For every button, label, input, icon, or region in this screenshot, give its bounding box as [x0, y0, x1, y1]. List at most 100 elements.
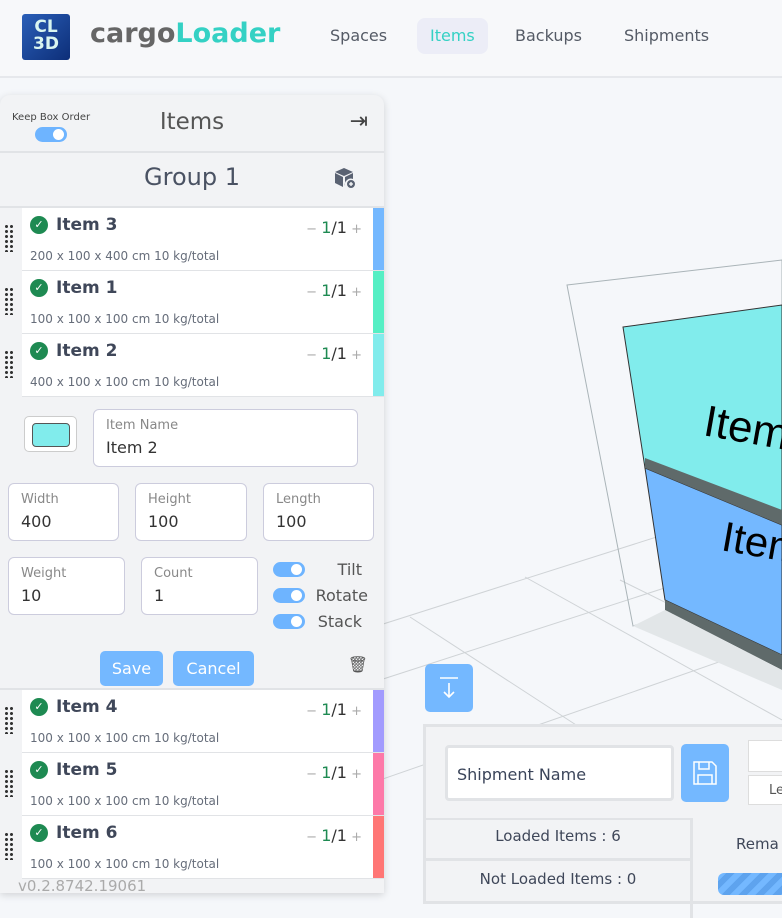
item-row[interactable]: ✓ Item 5 100 x 100 x 100 cm 10 kg/total …: [4, 753, 384, 816]
collapse-panel-icon[interactable]: ⇥: [350, 109, 368, 134]
height-field[interactable]: Height 100: [135, 483, 247, 541]
nav-backups[interactable]: Backups: [502, 18, 595, 54]
rotate-toggle[interactable]: [273, 588, 305, 603]
decrement-button[interactable]: −: [306, 348, 321, 363]
item-name: Item 5: [56, 760, 118, 780]
length-value: 100: [276, 512, 307, 531]
nav-items[interactable]: Items: [417, 18, 488, 54]
stack-toggle[interactable]: [273, 614, 305, 629]
check-circle-icon: ✓: [30, 279, 48, 297]
download-icon: [440, 677, 458, 699]
space-field[interactable]: [748, 740, 782, 772]
loaded-count: 1: [321, 826, 332, 845]
item-dimensions: 100 x 100 x 100 cm 10 kg/total: [30, 794, 220, 808]
app-logo[interactable]: CL 3D: [22, 14, 70, 60]
not-loaded-items-count: Not Loaded Items : 0: [479, 870, 637, 888]
length-field[interactable]: Length 100: [263, 483, 374, 541]
decrement-button[interactable]: −: [306, 285, 321, 300]
increment-button[interactable]: +: [347, 704, 362, 719]
add-box-icon[interactable]: [334, 167, 356, 189]
count-field[interactable]: Count 1: [141, 557, 258, 615]
check-circle-icon: ✓: [30, 216, 48, 234]
increment-button[interactable]: +: [347, 830, 362, 845]
save-button[interactable]: Save: [100, 651, 163, 686]
drag-handle-icon[interactable]: [4, 706, 14, 734]
logo-text: CL 3D: [33, 17, 59, 54]
item-name: Item 3: [56, 215, 118, 235]
loaded-count: 1: [321, 281, 332, 300]
decrement-button[interactable]: −: [306, 767, 321, 782]
item-row[interactable]: ✓ Item 6 100 x 100 x 100 cm 10 kg/total …: [4, 816, 384, 879]
total-count: 1: [336, 826, 347, 845]
item-row[interactable]: ✓ Item 3 200 x 100 x 400 cm 10 kg/total …: [4, 208, 384, 271]
shipment-name-input[interactable]: Shipment Name: [445, 745, 674, 801]
width-field[interactable]: Width 400: [8, 483, 119, 541]
item-row[interactable]: ✓ Item 1 100 x 100 x 100 cm 10 kg/total …: [4, 271, 384, 334]
item-color-bar: [373, 753, 384, 815]
item-name: Item 6: [56, 823, 118, 843]
increment-button[interactable]: +: [347, 222, 362, 237]
item-row[interactable]: ✓ Item 2 400 x 100 x 100 cm 10 kg/total …: [4, 334, 384, 397]
tilt-label: Tilt: [337, 560, 362, 579]
drag-handle-icon[interactable]: [4, 350, 14, 378]
drag-handle-icon[interactable]: [4, 287, 14, 315]
group-title[interactable]: Group 1: [0, 163, 384, 191]
height-value: 100: [148, 512, 179, 531]
item-color-bar: [373, 816, 384, 878]
remaining-label: Rema: [736, 835, 779, 853]
decrement-button[interactable]: −: [306, 222, 321, 237]
decrement-button[interactable]: −: [306, 830, 321, 845]
item-color-bar: [373, 334, 384, 396]
drag-handle-icon[interactable]: [4, 769, 14, 797]
increment-button[interactable]: +: [347, 348, 362, 363]
height-label: Height: [148, 492, 191, 507]
cancel-button[interactable]: Cancel: [173, 651, 254, 686]
capacity-progress-bar: [718, 873, 782, 895]
increment-button[interactable]: +: [347, 767, 362, 782]
panel-header: Keep Box Order Items ⇥: [0, 95, 384, 153]
item-count: − 1/1 +: [306, 218, 362, 237]
check-circle-icon: ✓: [30, 342, 48, 360]
width-value: 400: [21, 512, 52, 531]
width-label: Width: [21, 492, 59, 507]
item-name: Item 2: [56, 341, 118, 361]
increment-button[interactable]: +: [347, 285, 362, 300]
item-row[interactable]: ✓ Item 4 100 x 100 x 100 cm 10 kg/total …: [4, 690, 384, 753]
item-dimensions: 100 x 100 x 100 cm 10 kg/total: [30, 857, 220, 871]
nav-spaces[interactable]: Spaces: [317, 18, 400, 54]
trash-icon[interactable]: 🗑: [348, 655, 368, 674]
color-picker[interactable]: [24, 416, 77, 452]
item-edit-form: Item Name Item 2 Width 400 Height 100 Lengt…: [0, 397, 384, 690]
tilt-toggle[interactable]: [273, 562, 305, 577]
item-dimensions: 200 x 100 x 400 cm 10 kg/total: [30, 249, 220, 263]
total-count: 1: [336, 281, 347, 300]
drag-handle-icon[interactable]: [4, 224, 14, 252]
count-value: 1: [154, 586, 165, 605]
loaded-count: 1: [321, 763, 332, 782]
check-circle-icon: ✓: [30, 761, 48, 779]
loaded-count: 1: [321, 344, 332, 363]
item-color-bar: [373, 208, 384, 270]
version-text: v0.2.8742.19061: [18, 877, 147, 893]
decrement-button[interactable]: −: [306, 704, 321, 719]
rotate-label: Rotate: [315, 586, 368, 605]
weight-field[interactable]: Weight 10: [8, 557, 125, 615]
item-count: − 1/1 +: [306, 763, 362, 782]
save-shipment-button[interactable]: [681, 744, 729, 802]
item-name-field[interactable]: Item Name Item 2: [93, 409, 358, 467]
item-list-bottom: ✓ Item 4 100 x 100 x 100 cm 10 kg/total …: [0, 690, 384, 879]
download-button[interactable]: [425, 664, 473, 712]
length-tab[interactable]: Le: [748, 775, 782, 805]
nav-shipments[interactable]: Shipments: [611, 18, 722, 54]
item-name-value: Item 2: [106, 438, 158, 457]
weight-label: Weight: [21, 566, 67, 581]
group-header: Group 1: [0, 153, 384, 208]
drag-handle-icon[interactable]: [4, 832, 14, 860]
brand-part-1: cargo: [90, 18, 176, 49]
top-nav: CL 3D cargoLoader Spaces Items Backups S…: [0, 0, 782, 78]
loaded-count: 1: [321, 700, 332, 719]
length-label: Length: [276, 492, 321, 507]
loaded-items-count: Loaded Items : 6: [495, 827, 621, 845]
total-count: 1: [336, 763, 347, 782]
item-dimensions: 100 x 100 x 100 cm 10 kg/total: [30, 731, 220, 745]
